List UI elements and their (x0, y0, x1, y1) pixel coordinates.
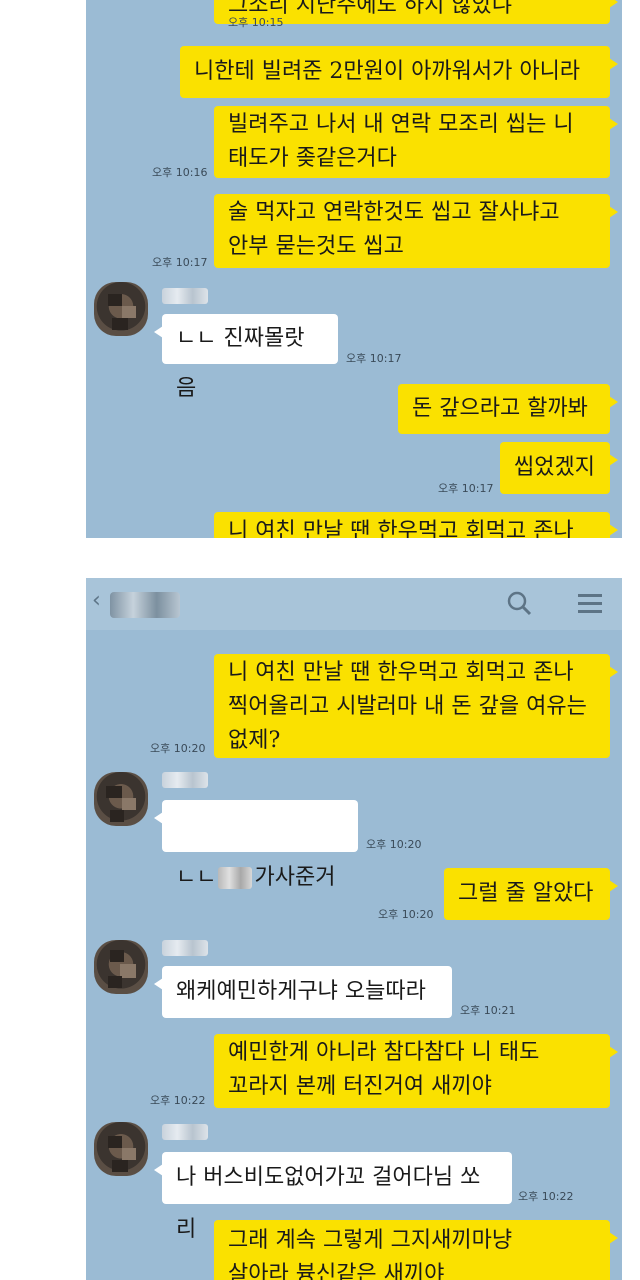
message-text: 돈 갚으라고 할까봐 (412, 396, 588, 421)
menu-icon[interactable] (578, 594, 602, 614)
message-bubble-mine[interactable]: 니 여친 만날 땐 한우먹고 회먹고 존나 (214, 512, 618, 538)
chat-panel-bottom: ‹ 니 여친 만날 땐 한우먹고 회먹고 존나 찍어올리고 시발러마 내 돈 갚… (86, 578, 622, 1280)
message-bubble-mine[interactable]: 돈 갚으라고 할까봐 (398, 384, 618, 434)
message-time: 오후 10:17 (346, 352, 402, 365)
message-time: 오후 10:22 (518, 1190, 574, 1203)
message-bubble-friend[interactable]: 나 버스비도없어가꼬 걸어다님 쏘리 (154, 1152, 512, 1242)
message-time: 오후 10:21 (460, 1004, 516, 1017)
friend-name-blurred (162, 288, 208, 304)
friend-avatar[interactable] (94, 1122, 148, 1176)
search-icon[interactable] (506, 590, 532, 616)
message-time: 오후 10:17 (438, 482, 494, 495)
friend-avatar[interactable] (94, 282, 148, 336)
message-text: ㄴㄴ 진짜몰랏음 (176, 326, 305, 401)
message-text: 니 여친 만날 땐 한우먹고 회먹고 존나 (228, 519, 574, 538)
message-text: 술 먹자고 연락한것도 씹고 잘사냐고 안부 묻는것도 씹고 (228, 200, 560, 259)
message-bubble-mine[interactable]: 니한테 빌려준 2만원이 아까워서가 아니라 (180, 46, 618, 98)
message-bubble-mine[interactable]: 그럴 줄 알았다 (444, 868, 618, 920)
message-bubble-mine[interactable]: 그래 계속 그렇게 그지새끼마냥 살아라 븅신같은 새끼야 (214, 1220, 618, 1280)
message-text: 가사준거 (254, 865, 336, 890)
message-text: 니한테 빌려준 2만원이 아까워서가 아니라 (194, 59, 581, 84)
friend-name-blurred (162, 1124, 208, 1140)
message-text: 예민한게 아니라 참다참다 니 태도 꼬라지 본께 터진거여 새끼야 (228, 1040, 540, 1099)
blurred-text (218, 867, 253, 889)
chat-header: ‹ (86, 578, 622, 630)
message-bubble-mine[interactable]: 예민한게 아니라 참다참다 니 태도 꼬라지 본께 터진거여 새끼야 (214, 1034, 618, 1108)
message-text: ㄴㄴ (176, 865, 217, 890)
message-text: 그럴 줄 알았다 (458, 881, 594, 906)
message-bubble-mine[interactable]: 씹었겠지 (500, 442, 618, 494)
message-time: 오후 10:20 (378, 908, 434, 921)
friend-avatar[interactable] (94, 772, 148, 826)
friend-name-blurred (162, 772, 208, 788)
message-text: 왜케예민하게구냐 오늘따라 (176, 979, 426, 1004)
message-time: 오후 10:16 (152, 166, 208, 179)
message-text: 그래 계속 그렇게 그지새끼마냥 살아라 븅신같은 새끼야 (228, 1228, 513, 1280)
message-time: 오후 10:15 (228, 16, 284, 29)
message-bubble-mine[interactable]: 니 여친 만날 땐 한우먹고 회먹고 존나 찍어올리고 시발러마 내 돈 갚을 … (214, 654, 618, 758)
message-time: 오후 10:20 (366, 838, 422, 851)
friend-name-blurred (162, 940, 208, 956)
chevron-left-icon[interactable]: ‹ (92, 588, 101, 613)
message-bubble-mine[interactable]: 술 먹자고 연락한것도 씹고 잘사냐고 안부 묻는것도 씹고 (214, 194, 618, 268)
message-time: 오후 10:20 (150, 742, 206, 755)
message-text: 빌려주고 나서 내 연락 모조리 씹는 니 태도가 좆같은거다 (228, 112, 574, 171)
chat-panel-top: 그소리 지난주에도 하지 않았냐 오후 10:15 니한테 빌려준 2만원이 아… (86, 0, 622, 538)
message-bubble-friend[interactable]: 왜케예민하게구냐 오늘따라 (154, 966, 452, 1018)
friend-avatar[interactable] (94, 940, 148, 994)
message-bubble-friend[interactable]: ㄴㄴ 진짜몰랏음 (154, 314, 338, 401)
message-text: 씹었겠지 (514, 455, 595, 480)
message-text: 니 여친 만날 땐 한우먹고 회먹고 존나 찍어올리고 시발러마 내 돈 갚을 … (228, 660, 587, 753)
chat-title-blurred (110, 592, 180, 618)
message-time: 오후 10:22 (150, 1094, 206, 1107)
message-bubble-mine[interactable]: 빌려주고 나서 내 연락 모조리 씹는 니 태도가 좆같은거다 (214, 106, 618, 178)
message-bubble-friend[interactable]: ㄴㄴ 가사준거 (154, 800, 358, 890)
message-time: 오후 10:17 (152, 256, 208, 269)
